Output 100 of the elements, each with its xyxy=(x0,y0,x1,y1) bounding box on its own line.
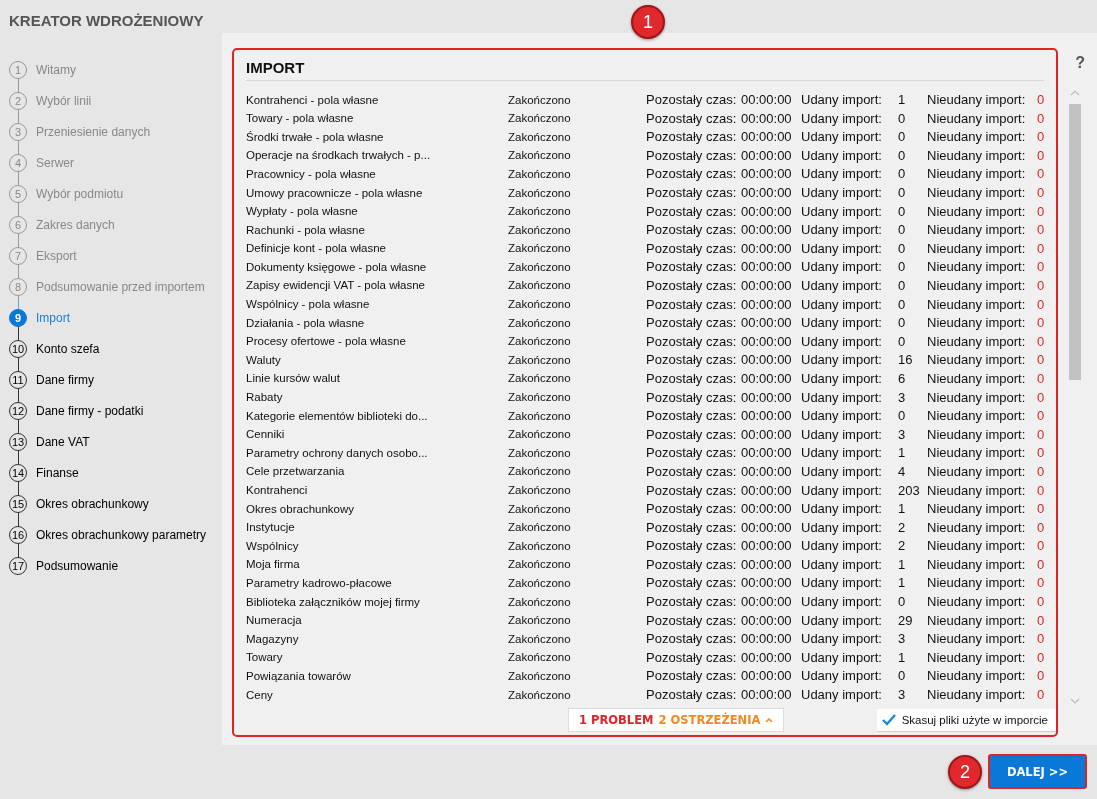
step-item[interactable]: 8 Podsumowanie przed importem xyxy=(9,271,222,302)
failed-count: 0 xyxy=(1037,185,1046,200)
failed-label: Nieudany import: xyxy=(927,315,1027,331)
step-item[interactable]: 13 Dane VAT xyxy=(9,426,222,457)
step-number: 6 xyxy=(9,215,27,234)
success-count: 1 xyxy=(898,575,907,591)
status-text: Zakończono xyxy=(508,465,572,478)
help-icon[interactable]: ? xyxy=(1075,54,1085,72)
remaining-time: 00:00:00 xyxy=(741,389,793,405)
failed-label: Nieudany import: xyxy=(927,370,1027,386)
status-text: Zakończono xyxy=(508,595,572,608)
step-item[interactable]: 9 Import xyxy=(9,302,222,333)
status-text: Zakończono xyxy=(508,558,572,571)
status-text: Zakończono xyxy=(508,223,572,236)
step-number: 10 xyxy=(9,339,27,358)
step-item[interactable]: 15 Okres obrachunkowy xyxy=(9,488,222,519)
failed-count: 0 xyxy=(1037,668,1046,684)
window-title: KREATOR WDROŻENIOWY xyxy=(8,12,205,31)
failed-count: 0 xyxy=(1037,612,1046,628)
failed-label: Nieudany import: xyxy=(927,240,1027,256)
step-item[interactable]: 1 Witamy xyxy=(9,54,222,85)
step-number: 13 xyxy=(9,432,27,451)
remaining-time: 00:00:00 xyxy=(741,687,793,703)
status-text: Zakończono xyxy=(508,335,572,348)
success-count: 4 xyxy=(898,463,907,479)
failed-count: 0 xyxy=(1037,631,1046,647)
failed-label: Nieudany import: xyxy=(927,166,1027,182)
success-label: Udany import: xyxy=(801,612,883,628)
item-name: Powiązania towarów xyxy=(246,669,352,682)
remaining-time: 00:00:00 xyxy=(741,463,793,479)
step-item[interactable]: 7 Eksport xyxy=(9,240,222,271)
success-count: 6 xyxy=(898,370,907,386)
step-item[interactable]: 17 Podsumowanie xyxy=(9,550,222,581)
success-label: Udany import: xyxy=(801,482,883,498)
failed-label: Nieudany import: xyxy=(927,147,1027,163)
failed-count: 0 xyxy=(1037,333,1046,349)
remaining-time: 00:00:00 xyxy=(741,631,793,647)
remaining-label: Pozostały czas: xyxy=(646,222,738,238)
status-text: Zakończono xyxy=(508,112,572,125)
remaining-time: 00:00:00 xyxy=(741,501,793,517)
remaining-label: Pozostały czas: xyxy=(646,278,738,293)
step-number: 2 xyxy=(9,91,27,110)
remaining-label: Pozostały czas: xyxy=(646,259,738,275)
step-item[interactable]: 16 Okres obrachunkowy parametry xyxy=(9,519,222,550)
step-item[interactable]: 12 Dane firmy - podatki xyxy=(9,395,222,426)
status-text: Zakończono xyxy=(508,316,572,329)
step-item[interactable]: 10 Konto szefa xyxy=(9,333,222,364)
success-count: 3 xyxy=(898,631,907,647)
failed-label: Nieudany import: xyxy=(927,352,1027,368)
failed-count: 0 xyxy=(1037,259,1046,275)
failed-label: Nieudany import: xyxy=(927,408,1027,424)
remaining-label: Pozostały czas: xyxy=(646,612,738,628)
item-name: Operacje na środkach trwałych - p... xyxy=(246,149,432,162)
success-count: 0 xyxy=(898,147,907,163)
step-number: 4 xyxy=(9,153,27,172)
failed-count: 0 xyxy=(1037,240,1046,256)
step-number: 16 xyxy=(9,525,27,544)
step-item[interactable]: 11 Dane firmy xyxy=(9,364,222,395)
remaining-label: Pozostały czas: xyxy=(646,463,738,479)
step-item[interactable]: 6 Zakres danych xyxy=(9,209,222,240)
item-name: Kontrahenci - pola własne xyxy=(246,93,380,106)
success-count: 3 xyxy=(898,426,907,442)
item-name: Moja firma xyxy=(246,558,301,571)
step-number: 3 xyxy=(9,122,27,141)
success-label: Udany import: xyxy=(801,575,883,591)
success-count: 0 xyxy=(898,668,907,684)
remaining-time: 00:00:00 xyxy=(741,556,793,572)
scroll-thumb[interactable] xyxy=(1069,104,1081,381)
status-text: Zakończono xyxy=(508,260,572,273)
item-name: Okres obrachunkowy xyxy=(246,502,356,515)
annotation-marker: 2 xyxy=(948,755,982,789)
scrollbar[interactable] xyxy=(1069,90,1081,704)
problems-bar[interactable]: 1 PROBLEM 2 OSTRZEŻENIA xyxy=(568,708,785,733)
remaining-time: 00:00:00 xyxy=(741,92,793,108)
failed-label: Nieudany import: xyxy=(927,296,1027,312)
step-item[interactable]: 4 Serwer xyxy=(9,147,222,178)
step-item[interactable]: 5 Wybór podmiotu xyxy=(9,178,222,209)
next-button[interactable]: DALEJ >> xyxy=(988,754,1087,789)
success-count: 0 xyxy=(898,185,907,200)
remaining-label: Pozostały czas: xyxy=(646,315,738,331)
success-label: Udany import: xyxy=(801,519,883,535)
success-count: 0 xyxy=(898,408,907,424)
remaining-time: 00:00:00 xyxy=(741,370,793,386)
remaining-time: 00:00:00 xyxy=(741,649,793,665)
remaining-label: Pozostały czas: xyxy=(646,333,738,349)
step-item[interactable]: 14 Finanse xyxy=(9,457,222,488)
item-name: Parametry ochrony danych osobo... xyxy=(246,446,429,459)
step-item[interactable]: 2 Wybór linii xyxy=(9,85,222,116)
scroll-down-icon[interactable] xyxy=(1070,697,1080,704)
step-item[interactable]: 3 Przeniesienie danych xyxy=(9,116,222,147)
scroll-up-icon[interactable] xyxy=(1070,90,1080,97)
remaining-label: Pozostały czas: xyxy=(646,129,738,145)
success-count: 29 xyxy=(898,612,914,628)
failed-label: Nieudany import: xyxy=(927,575,1027,591)
failed-count: 0 xyxy=(1037,445,1046,461)
item-name: Wypłaty - pola własne xyxy=(246,205,359,218)
success-label: Udany import: xyxy=(801,538,883,554)
remaining-label: Pozostały czas: xyxy=(646,370,738,386)
success-count: 0 xyxy=(898,259,907,275)
failed-count: 0 xyxy=(1037,389,1046,405)
